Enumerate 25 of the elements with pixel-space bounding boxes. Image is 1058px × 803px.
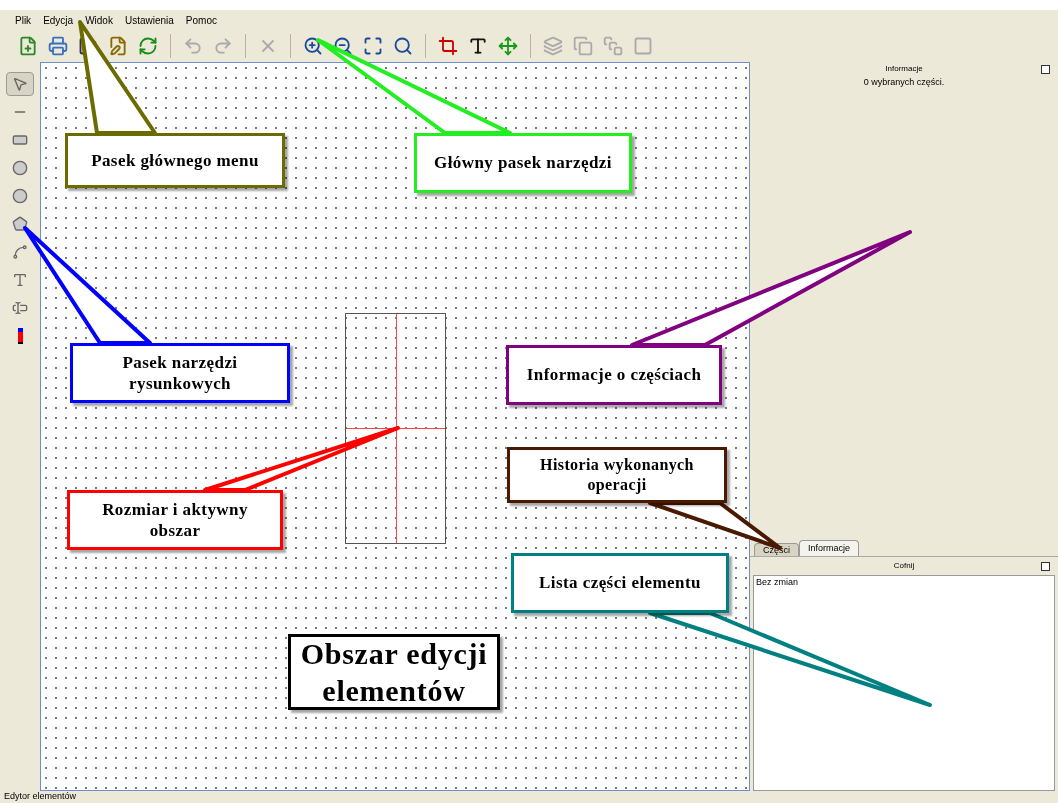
selection-info: 0 wybranych części. bbox=[863, 76, 945, 89]
panel-title: Informacje bbox=[885, 63, 923, 75]
callout-label: Informacje o częściach bbox=[506, 345, 722, 405]
float-icon[interactable] bbox=[1041, 561, 1050, 571]
pointer-icon[interactable] bbox=[6, 72, 34, 96]
tab[interactable]: Informacje bbox=[799, 540, 860, 556]
menu-item[interactable]: Edycja bbox=[43, 12, 74, 28]
callout-label: Lista części elementu bbox=[511, 553, 729, 613]
callout-label: Historia wykonanych operacji bbox=[507, 447, 727, 503]
callout-label: Obszar edycji elementów bbox=[288, 634, 500, 710]
float-icon[interactable] bbox=[1041, 64, 1050, 74]
panel-title: Cofnij bbox=[893, 560, 915, 572]
callout-label: Rozmiar i aktywny obszar bbox=[67, 490, 283, 550]
undo-item[interactable]: Bez zmian bbox=[754, 576, 1054, 590]
status-text: Edytor elementów bbox=[4, 790, 77, 803]
crop-frame-icon[interactable] bbox=[436, 34, 460, 58]
menu-item[interactable]: Ustawienia bbox=[124, 12, 174, 28]
callout-label: Pasek głównego menu bbox=[65, 133, 285, 188]
print-icon[interactable] bbox=[46, 34, 70, 58]
menu-item[interactable]: Plik bbox=[15, 12, 32, 28]
menu-item[interactable]: Pomoc bbox=[185, 12, 217, 28]
menu-item[interactable]: Widok bbox=[85, 12, 113, 28]
callout-label: Pasek narzędzi rysunkowych bbox=[70, 343, 290, 403]
callout-label: Główny pasek narzędzi bbox=[414, 133, 632, 193]
move-icon[interactable] bbox=[496, 34, 520, 58]
